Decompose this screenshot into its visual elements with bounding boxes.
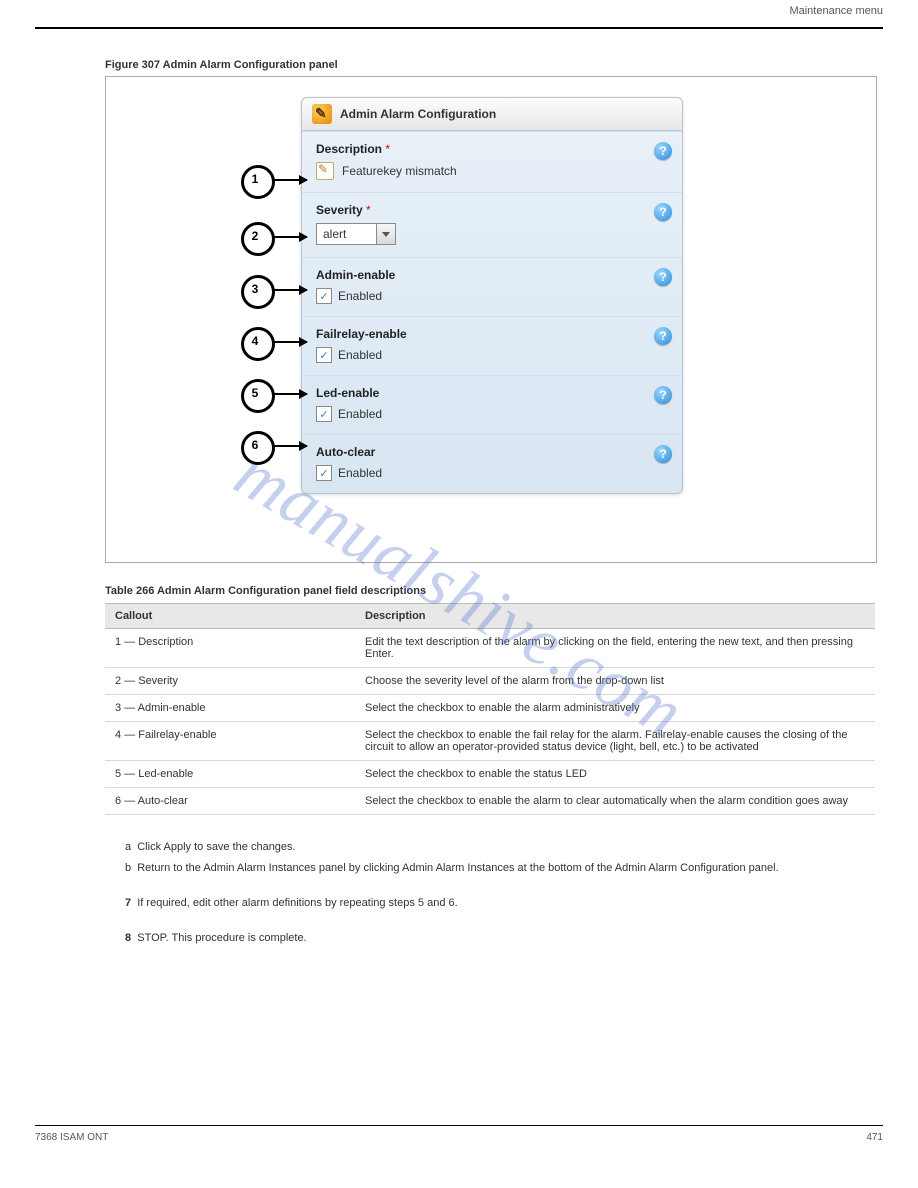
cell: 3 — Admin-enable [105, 695, 355, 722]
header-right: Maintenance menu [789, 5, 883, 17]
footer-right: 471 [866, 1132, 883, 1143]
help-icon[interactable]: ? [654, 386, 672, 404]
auto-clear-checkbox[interactable] [316, 465, 332, 481]
callout-arrow [272, 179, 307, 181]
step-a: a Click Apply to save the changes. [125, 837, 883, 858]
edit-icon[interactable] [316, 162, 334, 180]
field-severity: ? Severity * alert [302, 192, 682, 257]
cell: 1 — Description [105, 629, 355, 668]
callout-arrow [272, 393, 307, 395]
admin-alarm-panel: Admin Alarm Configuration ? Description … [301, 97, 683, 494]
panel-header: Admin Alarm Configuration [302, 98, 682, 131]
callout-1: 1 [241, 172, 269, 186]
step-7: 7 If required, edit other alarm definiti… [125, 893, 883, 914]
led-enable-checkbox[interactable] [316, 406, 332, 422]
th-callout: Callout [105, 604, 355, 629]
callout-arrow [272, 289, 307, 291]
figure-title: Figure 307 Admin Alarm Configuration pan… [105, 59, 883, 71]
cell: 6 — Auto-clear [105, 788, 355, 815]
help-icon[interactable]: ? [654, 268, 672, 286]
cell: Select the checkbox to enable the status… [355, 761, 875, 788]
tools-icon [312, 104, 332, 124]
cell: Select the checkbox to enable the alarm … [355, 695, 875, 722]
help-icon[interactable]: ? [654, 203, 672, 221]
field-led-enable: ? Led-enable Enabled [302, 375, 682, 434]
led-enable-text: Enabled [338, 407, 382, 421]
field-description: ? Description * Featurekey mismatch [302, 131, 682, 192]
cell: Select the checkbox to enable the alarm … [355, 788, 875, 815]
callout-arrow [272, 341, 307, 343]
page-footer: 7368 ISAM ONT 471 [35, 1125, 883, 1143]
field-auto-clear: ? Auto-clear Enabled [302, 434, 682, 493]
callout-arrow [272, 236, 307, 238]
help-icon[interactable]: ? [654, 142, 672, 160]
callout-3: 3 [241, 282, 269, 296]
post-steps: a Click Apply to save the changes. b Ret… [125, 837, 883, 949]
field-failrelay-enable: ? Failrelay-enable Enabled [302, 316, 682, 375]
table-row: 6 — Auto-clearSelect the checkbox to ena… [105, 788, 875, 815]
panel-title: Admin Alarm Configuration [340, 107, 496, 121]
field-description-table: Callout Description 1 — DescriptionEdit … [105, 603, 875, 815]
top-rule [35, 27, 883, 29]
cell: Select the checkbox to enable the fail r… [355, 722, 875, 761]
description-value[interactable]: Featurekey mismatch [342, 164, 457, 178]
admin-enable-text: Enabled [338, 289, 382, 303]
callout-6: 6 [241, 438, 269, 452]
failrelay-enable-checkbox[interactable] [316, 347, 332, 363]
table-row: 3 — Admin-enableSelect the checkbox to e… [105, 695, 875, 722]
th-description: Description [355, 604, 875, 629]
required-asterisk: * [385, 142, 390, 156]
table-row: 2 — SeverityChoose the severity level of… [105, 668, 875, 695]
cell: 4 — Failrelay-enable [105, 722, 355, 761]
table-row: 5 — Led-enableSelect the checkbox to ena… [105, 761, 875, 788]
step-b: b Return to the Admin Alarm Instances pa… [125, 858, 883, 879]
help-icon[interactable]: ? [654, 445, 672, 463]
auto-clear-text: Enabled [338, 466, 382, 480]
required-asterisk: * [366, 203, 371, 217]
callout-arrow [272, 445, 307, 447]
description-label: Description [316, 142, 382, 156]
failrelay-enable-label: Failrelay-enable [316, 327, 407, 341]
figure-box: Admin Alarm Configuration ? Description … [105, 76, 877, 563]
table-row: 4 — Failrelay-enableSelect the checkbox … [105, 722, 875, 761]
callout-2: 2 [241, 229, 269, 243]
cell: 5 — Led-enable [105, 761, 355, 788]
cell: 2 — Severity [105, 668, 355, 695]
admin-enable-label: Admin-enable [316, 268, 395, 282]
cell: Choose the severity level of the alarm f… [355, 668, 875, 695]
table-row: 1 — DescriptionEdit the text description… [105, 629, 875, 668]
led-enable-label: Led-enable [316, 386, 379, 400]
callout-4: 4 [241, 334, 269, 348]
chevron-down-icon [376, 224, 395, 244]
severity-label: Severity [316, 203, 363, 217]
failrelay-enable-text: Enabled [338, 348, 382, 362]
step-8: 8 STOP. This procedure is complete. [125, 928, 883, 949]
severity-select[interactable]: alert [316, 223, 396, 245]
auto-clear-label: Auto-clear [316, 445, 375, 459]
field-admin-enable: ? Admin-enable Enabled [302, 257, 682, 316]
severity-value: alert [317, 227, 376, 241]
admin-enable-checkbox[interactable] [316, 288, 332, 304]
cell: Edit the text description of the alarm b… [355, 629, 875, 668]
footer-left: 7368 ISAM ONT [35, 1132, 108, 1143]
table-title: Table 266 Admin Alarm Configuration pane… [105, 585, 883, 597]
callout-5: 5 [241, 386, 269, 400]
help-icon[interactable]: ? [654, 327, 672, 345]
